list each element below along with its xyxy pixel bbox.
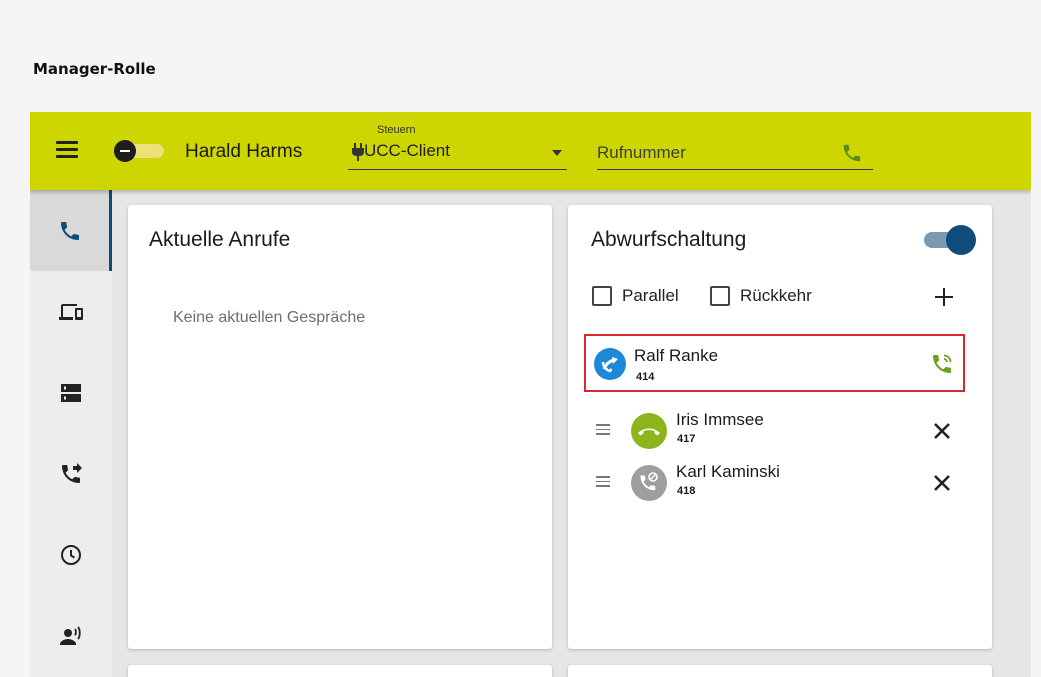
member-extension: 418 [677,485,696,497]
plug-icon [352,143,364,161]
dial-number-field [597,124,873,170]
no-calls-message: Keine aktuellen Gespräche [173,309,366,326]
top-bar: Harald Harms Steuern UCC-Client [30,112,1031,190]
forwarding-target-row[interactable]: Ralf Ranke 414 [584,334,965,392]
parallel-checkbox[interactable]: Parallel [592,285,679,307]
forwarding-member-row: Iris Immsee 417 [588,408,968,454]
phone-disabled-glyph [640,472,658,491]
presence-toggle[interactable] [114,140,166,162]
target-extension: 414 [636,371,655,383]
hangup-glyph [638,428,660,436]
phone-icon[interactable] [841,142,863,164]
sidebar-nav [30,190,112,677]
clock-icon [61,544,81,565]
return-checkbox-label: Rückkehr [740,286,812,305]
call-forward-avatar-icon [594,348,626,380]
forward-arrow-icon [601,357,618,373]
current-calls-title: Aktuelle Anrufe [149,228,291,251]
member-name: Karl Kaminski [676,462,780,481]
member-name: Iris Immsee [676,410,764,429]
hangup-icon [631,413,667,449]
close-icon[interactable] [933,422,951,440]
sidebar-item-call-forward[interactable] [30,433,112,514]
current-calls-card: Aktuelle Anrufe Keine aktuellen Gespräch… [128,205,552,649]
member-extension: 417 [677,433,696,445]
close-icon[interactable] [933,474,951,492]
add-icon[interactable] [934,287,954,307]
bottom-card-right [568,665,992,677]
forwarding-card: Abwurfschaltung Parallel Rückkehr Ralf R… [568,205,992,649]
sidebar-item-voice[interactable] [30,595,112,676]
phone-disabled-icon [631,465,667,501]
devices-icon [59,303,83,320]
phone-icon [60,221,79,240]
control-select-value: UCC-Client [364,141,450,160]
return-checkbox-box [710,286,730,306]
forwarding-toggle[interactable] [924,225,976,255]
do-not-disturb-icon [114,140,136,162]
sidebar-item-history[interactable] [30,514,112,595]
bottom-card-left [128,665,552,677]
ucc-app-window: Harald Harms Steuern UCC-Client Rufnumme… [30,112,1031,677]
server-icon [61,383,81,402]
call-forward-icon [62,462,82,483]
control-device-select[interactable]: Steuern UCC-Client [348,124,567,170]
user-name: Harald Harms [185,141,303,162]
voice-person-icon [60,625,81,645]
forwarding-toggle-knob [946,225,976,255]
drag-handle-icon[interactable] [596,424,610,436]
dial-number-input[interactable] [597,142,817,164]
hamburger-menu-icon[interactable] [56,141,78,159]
forwarding-member-row: Karl Kaminski 418 [588,460,968,506]
return-checkbox[interactable]: Rückkehr [710,285,812,307]
phone-ringing-icon[interactable] [930,352,954,376]
parallel-checkbox-label: Parallel [622,286,679,305]
chevron-down-icon [552,150,562,156]
target-name: Ralf Ranke [634,346,719,365]
sidebar-item-phone[interactable] [30,190,112,271]
page-heading: Manager-Rolle [33,60,156,78]
drag-handle-icon[interactable] [596,476,610,488]
control-select-label: Steuern [377,124,416,136]
sidebar-item-devices[interactable] [30,271,112,352]
forwarding-title: Abwurfschaltung [591,228,747,251]
sidebar-item-server[interactable] [30,352,112,433]
parallel-checkbox-box [592,286,612,306]
